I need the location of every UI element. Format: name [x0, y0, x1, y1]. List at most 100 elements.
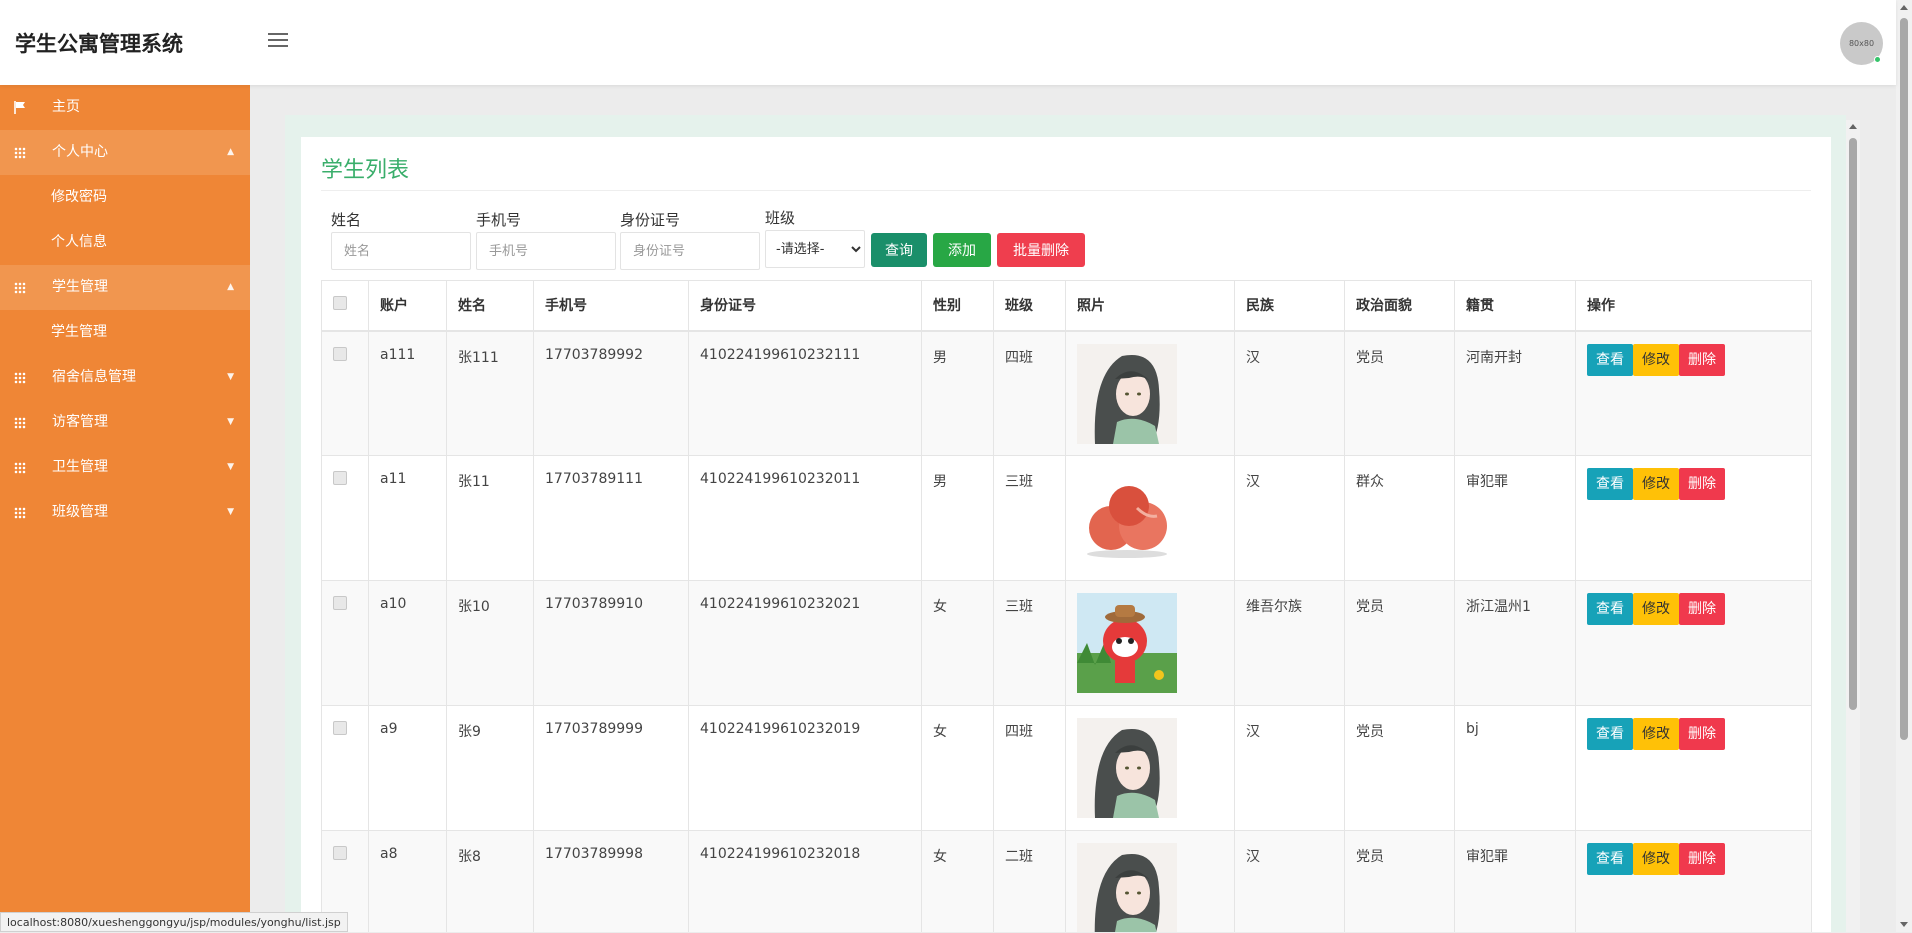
- sidebar-item-hygiene[interactable]: 卫生管理 ▼: [0, 445, 250, 490]
- sidebar-item-label: 班级管理: [52, 504, 108, 520]
- column-header: 民族: [1234, 280, 1345, 332]
- query-button[interactable]: 查询: [871, 233, 927, 267]
- sidebar-item-dorm-info[interactable]: 宿舍信息管理 ▼: [0, 355, 250, 400]
- row-checkbox[interactable]: [333, 346, 347, 361]
- row-select-cell: [321, 580, 369, 706]
- sidebar-item-label: 宿舍信息管理: [52, 369, 136, 385]
- political-status-cell: 党员: [1344, 330, 1455, 456]
- batch-delete-button[interactable]: 批量删除: [997, 233, 1085, 267]
- table-header-row: 账户 姓名 手机号 身份证号 性别 班级 照片 民族 政治面貌 籍贯 操作: [321, 280, 1812, 332]
- actions-cell: 查看 修改 删除: [1575, 705, 1812, 831]
- name-cell: 张8: [446, 830, 534, 932]
- hamburger-menu-icon[interactable]: [268, 33, 288, 50]
- chevron-down-icon: ▼: [227, 417, 234, 427]
- grid-icon: [14, 400, 28, 445]
- sidebar-item-label: 卫生管理: [52, 459, 108, 475]
- name-cell: 张9: [446, 705, 534, 831]
- phone-cell: 17703789111: [533, 455, 689, 581]
- sidebar-item-label: 主页: [52, 99, 80, 115]
- chevron-down-icon: ▼: [227, 372, 234, 382]
- edit-button[interactable]: 修改: [1633, 843, 1679, 875]
- name-label: 姓名: [331, 211, 362, 229]
- class-cell: 四班: [993, 330, 1066, 456]
- gender-cell: 女: [921, 830, 994, 932]
- select-all-checkbox[interactable]: [333, 296, 347, 311]
- delete-button[interactable]: 删除: [1679, 343, 1725, 376]
- view-button[interactable]: 查看: [1587, 468, 1633, 500]
- sidebar-item-student-management[interactable]: 学生管理 ▲: [0, 265, 250, 310]
- window-scrollbar[interactable]: [1896, 0, 1912, 932]
- view-button[interactable]: 查看: [1587, 593, 1633, 625]
- class-cell: 四班: [993, 705, 1066, 831]
- delete-button[interactable]: 删除: [1679, 468, 1725, 500]
- hometown-cell: 审犯罪: [1454, 830, 1576, 932]
- sidebar-item-personal-center[interactable]: 个人中心 ▲: [0, 130, 250, 175]
- actions-cell: 查看 修改 删除: [1575, 830, 1812, 932]
- edit-button[interactable]: 修改: [1633, 593, 1679, 625]
- row-checkbox[interactable]: [333, 721, 347, 735]
- photo-cell: [1065, 705, 1235, 831]
- scrollbar-thumb[interactable]: [1849, 138, 1857, 710]
- ethnicity-cell: 汉: [1234, 830, 1345, 932]
- scroll-down-arrow-icon[interactable]: [1900, 922, 1908, 927]
- column-header: 姓名: [446, 280, 534, 332]
- phone-cell: 17703789910: [533, 580, 689, 706]
- delete-button[interactable]: 删除: [1679, 718, 1725, 750]
- table-row: a8 张8 17703789998 410224199610232018 女二班 汉党员审…: [321, 830, 1812, 932]
- sidebar-item-label: 访客管理: [52, 414, 108, 430]
- edit-button[interactable]: 修改: [1633, 343, 1679, 376]
- view-button[interactable]: 查看: [1587, 718, 1633, 750]
- sidebar-item-home[interactable]: 主页: [0, 85, 250, 130]
- sidebar-subitem-student-management[interactable]: 学生管理: [0, 310, 250, 355]
- row-select-cell: [321, 330, 369, 456]
- delete-button[interactable]: 删除: [1679, 593, 1725, 625]
- row-checkbox[interactable]: [333, 471, 347, 485]
- student-table-wrapper: 账户 姓名 手机号 身份证号 性别 班级 照片 民族 政治面貌 籍贯 操作 a1…: [321, 280, 1812, 932]
- grid-icon: [14, 445, 28, 490]
- column-header: 手机号: [533, 280, 689, 332]
- sidebar-item-visitor[interactable]: 访客管理 ▼: [0, 400, 250, 445]
- delete-button[interactable]: 删除: [1679, 843, 1725, 875]
- flag-icon: [14, 85, 28, 130]
- photo-cell: [1065, 830, 1235, 932]
- political-status-cell: 党员: [1344, 705, 1455, 831]
- row-checkbox[interactable]: [333, 596, 347, 610]
- id-card-input[interactable]: [620, 232, 760, 270]
- class-cell: 二班: [993, 830, 1066, 932]
- ethnicity-cell: 汉: [1234, 705, 1345, 831]
- select-all-cell: [321, 280, 369, 332]
- edit-button[interactable]: 修改: [1633, 468, 1679, 500]
- scroll-up-arrow-icon[interactable]: [1900, 5, 1908, 10]
- view-button[interactable]: 查看: [1587, 843, 1633, 875]
- student-photo: [1077, 468, 1177, 568]
- gender-cell: 女: [921, 580, 994, 706]
- panel-scrollbar[interactable]: [1846, 120, 1860, 932]
- sidebar-item-label: 个人中心: [52, 144, 108, 160]
- sidebar-subitem-personal-info[interactable]: 个人信息: [0, 220, 250, 265]
- student-photo: [1077, 718, 1177, 818]
- sidebar-item-label: 学生管理: [52, 279, 108, 295]
- view-button[interactable]: 查看: [1587, 343, 1633, 376]
- id-card-cell: 410224199610232111: [688, 330, 922, 456]
- class-cell: 三班: [993, 455, 1066, 581]
- account-cell: a11: [368, 455, 447, 581]
- sidebar-item-class[interactable]: 班级管理 ▼: [0, 490, 250, 535]
- top-header: 学生公寓管理系统 80x80: [0, 0, 1896, 85]
- status-bar-url: localhost:8080/xueshenggongyu/jsp/module…: [0, 912, 348, 932]
- sidebar-subitem-change-password[interactable]: 修改密码: [0, 175, 250, 220]
- name-input[interactable]: [331, 232, 471, 270]
- id-card-label: 身份证号: [620, 211, 681, 229]
- edit-button[interactable]: 修改: [1633, 718, 1679, 750]
- table-row: a111 张111 17703789992 410224199610232111 男四班…: [321, 330, 1812, 456]
- grid-icon: [14, 490, 28, 535]
- scrollbar-thumb[interactable]: [1900, 18, 1908, 740]
- class-select[interactable]: -请选择-: [765, 230, 865, 268]
- chevron-up-icon: ▲: [227, 282, 234, 292]
- add-button[interactable]: 添加: [933, 233, 991, 267]
- phone-input[interactable]: [476, 232, 616, 270]
- scroll-up-arrow-icon[interactable]: [1849, 124, 1857, 129]
- account-cell: a10: [368, 580, 447, 706]
- gender-cell: 女: [921, 705, 994, 831]
- name-cell: 张10: [446, 580, 534, 706]
- row-checkbox[interactable]: [333, 846, 347, 860]
